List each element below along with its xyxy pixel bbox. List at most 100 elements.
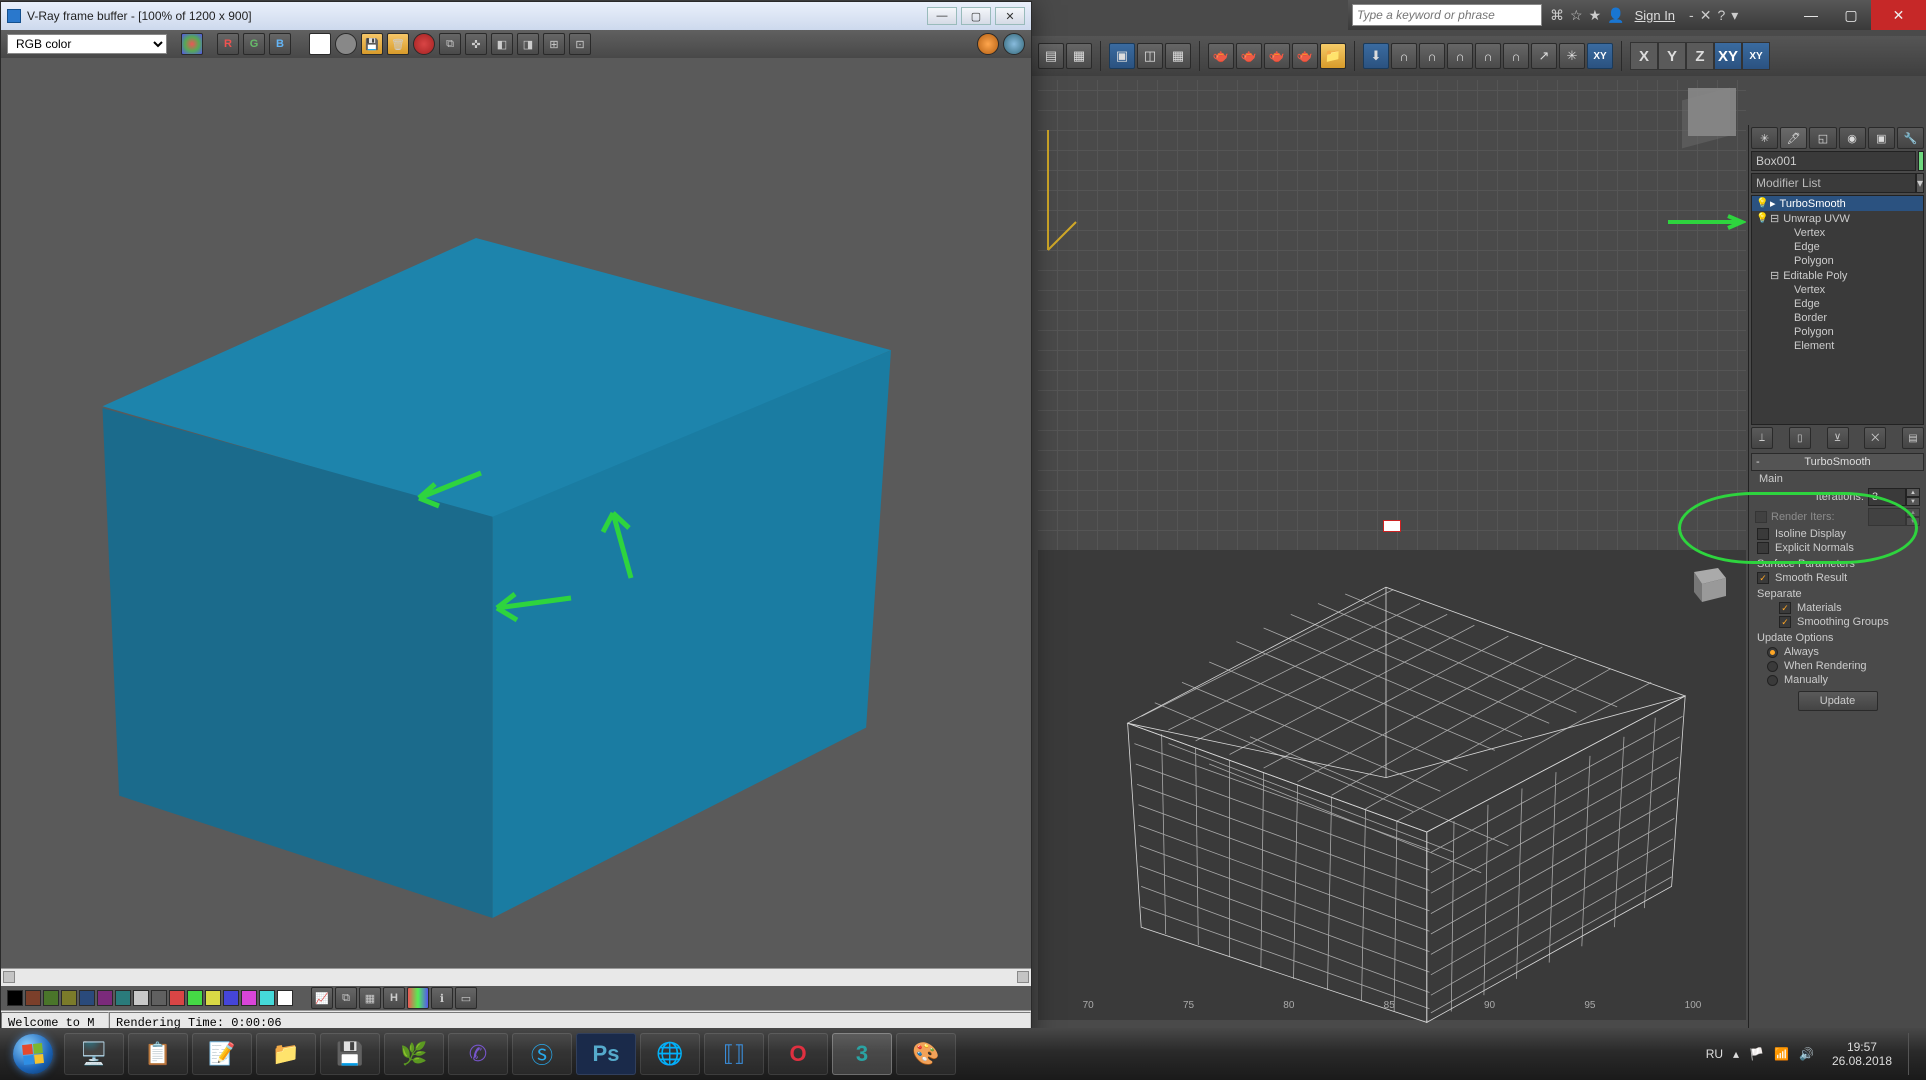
object-name-input[interactable] (1751, 151, 1916, 171)
taskbar-app-photoshop[interactable]: Ps (576, 1033, 636, 1075)
explicit-check[interactable] (1757, 542, 1769, 554)
render-last-icon[interactable] (977, 33, 999, 55)
display-tab[interactable]: ▣ (1868, 127, 1895, 149)
taskbar-app-opera[interactable]: O (768, 1033, 828, 1075)
tray-volume-icon[interactable]: 🔊 (1799, 1047, 1814, 1061)
snap-xy-icon[interactable]: XY (1587, 43, 1613, 69)
stack-subitem[interactable]: Element (1752, 339, 1923, 353)
vfb-render-view[interactable] (1, 58, 1031, 968)
h-icon[interactable]: H (383, 987, 405, 1009)
channel-g-button[interactable]: G (243, 33, 265, 55)
snap-icon[interactable]: ⬇ (1363, 43, 1389, 69)
rgb-icon[interactable] (181, 33, 203, 55)
clear-icon[interactable]: 🗑 (387, 33, 409, 55)
modifier-list-select[interactable] (1751, 173, 1916, 193)
vfb-close-button[interactable]: ✕ (995, 7, 1025, 25)
utilities-tab[interactable]: 🔧 (1897, 127, 1924, 149)
axis-xy2-button[interactable]: XY (1742, 42, 1770, 70)
snap-icon[interactable]: ✳ (1559, 43, 1585, 69)
iterations-input[interactable] (1868, 488, 1906, 506)
always-radio[interactable] (1767, 647, 1778, 658)
clone-icon[interactable]: ⧉ (439, 33, 461, 55)
modify-tab[interactable]: 🖊 (1780, 127, 1807, 149)
toolbar-icon[interactable]: ▣ (1109, 43, 1135, 69)
isoline-check[interactable] (1757, 528, 1769, 540)
region-render-icon[interactable] (413, 33, 435, 55)
signin-link[interactable]: Sign In (1635, 8, 1675, 23)
render-iters-input[interactable] (1868, 508, 1906, 526)
remove-modifier-button[interactable]: ⨉ (1864, 427, 1886, 449)
vfb-hscroll[interactable] (1, 968, 1031, 986)
viewport-top[interactable] (1038, 80, 1746, 550)
viewcube-icon[interactable] (1688, 88, 1736, 136)
tray-clock[interactable]: 19:5726.08.2018 (1832, 1040, 1892, 1069)
snap-icon[interactable]: ∩ (1475, 43, 1501, 69)
stack-item-turbosmooth[interactable]: 💡▸TurboSmooth (1752, 196, 1923, 211)
toolbar-icon[interactable]: ▤ (1038, 43, 1064, 69)
manually-radio[interactable] (1767, 675, 1778, 686)
vfb-max-button[interactable]: ▢ (961, 7, 991, 25)
toolbar-icon[interactable]: ▦ (1066, 43, 1092, 69)
close-button[interactable]: ✕ (1871, 0, 1926, 30)
taskbar-app-skype[interactable]: Ⓢ (512, 1033, 572, 1075)
object-color-swatch[interactable] (1918, 151, 1924, 171)
vfb-min-button[interactable]: — (927, 7, 957, 25)
taskbar-app[interactable]: 📋 (128, 1033, 188, 1075)
tray-chevron-up-icon[interactable]: ▴ (1733, 1047, 1739, 1061)
levels-icon[interactable] (407, 987, 429, 1009)
teapot-icon[interactable]: 🫖 (1208, 43, 1234, 69)
swatch[interactable] (79, 990, 95, 1006)
stack-item-epoly[interactable]: ⊟Editable Poly (1752, 268, 1923, 283)
smooth-result-check[interactable]: ✓ (1757, 572, 1769, 584)
swatch[interactable] (259, 990, 275, 1006)
taskbar-app-vscode[interactable]: ⟦⟧ (704, 1033, 764, 1075)
teapot-icon[interactable]: 🫖 (1236, 43, 1262, 69)
mono-gray-icon[interactable] (335, 33, 357, 55)
stack-subitem[interactable]: Edge (1752, 240, 1923, 254)
taskbar-app-explorer[interactable]: 📁 (256, 1033, 316, 1075)
axis-xy-button[interactable]: XY (1714, 42, 1742, 70)
swatch[interactable] (133, 990, 149, 1006)
axis-z-button[interactable]: Z (1686, 42, 1714, 70)
configure-sets-button[interactable]: ▤ (1902, 427, 1924, 449)
show-end-button[interactable]: ▯ (1789, 427, 1811, 449)
snap-icon[interactable]: ∩ (1391, 43, 1417, 69)
star-filled-icon[interactable]: ★ (1589, 7, 1602, 24)
taskbar-app-paint[interactable]: 🎨 (896, 1033, 956, 1075)
history-icon[interactable]: ⊞ (543, 33, 565, 55)
rollout-turbosmooth-header[interactable]: -TurboSmooth (1751, 453, 1924, 471)
stack-subitem[interactable]: Edge (1752, 297, 1923, 311)
swatch[interactable] (205, 990, 221, 1006)
mono-white-icon[interactable] (309, 33, 331, 55)
channel-select[interactable]: RGB color (7, 34, 167, 54)
stack-subitem[interactable]: Border (1752, 311, 1923, 325)
make-unique-button[interactable]: ⊻ (1827, 427, 1849, 449)
toolbar-icon[interactable]: ◫ (1137, 43, 1163, 69)
viewport-perspective[interactable] (1038, 550, 1746, 1020)
spinner-up[interactable]: ▲ (1906, 488, 1920, 497)
smooth-groups-check[interactable]: ✓ (1779, 616, 1791, 628)
viewport-area[interactable] (1038, 80, 1746, 1020)
teapot-icon[interactable]: 🫖 (1292, 43, 1318, 69)
user-icon[interactable]: 👤 (1607, 7, 1624, 24)
materials-check[interactable]: ✓ (1779, 602, 1791, 614)
teapot-icon[interactable]: 🫖 (1264, 43, 1290, 69)
render-iters-check[interactable] (1755, 511, 1767, 523)
stack-subitem[interactable]: Polygon (1752, 254, 1923, 268)
i-icon[interactable]: ℹ (431, 987, 453, 1009)
swatch[interactable] (43, 990, 59, 1006)
axis-x-button[interactable]: X (1630, 42, 1658, 70)
vfb-titlebar[interactable]: V-Ray frame buffer - [100% of 1200 x 900… (1, 2, 1031, 30)
snap-icon[interactable]: ↗ (1531, 43, 1557, 69)
show-desktop-button[interactable] (1908, 1033, 1920, 1075)
snap-icon[interactable]: ∩ (1447, 43, 1473, 69)
swatch[interactable] (277, 990, 293, 1006)
save-icon[interactable]: 💾 (361, 33, 383, 55)
search-input[interactable] (1352, 4, 1542, 26)
duplicate-icon[interactable]: ⊡ (569, 33, 591, 55)
folder-icon[interactable]: 📁 (1320, 43, 1346, 69)
lut-icon[interactable]: ▦ (359, 987, 381, 1009)
taskbar-app[interactable]: 📝 (192, 1033, 252, 1075)
taskbar-app-viber[interactable]: ✆ (448, 1033, 508, 1075)
minimize-button[interactable]: — (1791, 0, 1831, 30)
